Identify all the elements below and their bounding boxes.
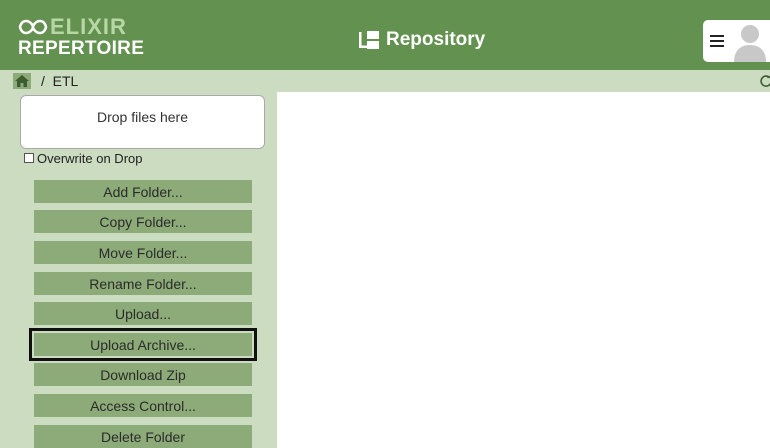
add-folder-button[interactable]: Add Folder... [34, 180, 252, 203]
copy-folder-button[interactable]: Copy Folder... [34, 210, 252, 233]
overwrite-label: Overwrite on Drop [37, 150, 143, 166]
breadcrumb-path: / ETL [41, 73, 78, 89]
refresh-icon[interactable] [760, 74, 770, 88]
overwrite-checkbox[interactable] [24, 153, 34, 163]
sidebar: Drop files here Overwrite on Drop Add Fo… [0, 92, 277, 448]
page-title: Repository [386, 29, 486, 50]
breadcrumb-current[interactable]: ETL [53, 73, 79, 89]
app-header: ELIXIR REPERTOIRE Repository [0, 0, 770, 70]
download-zip-button[interactable]: Download Zip [34, 363, 252, 386]
delete-folder-button[interactable]: Delete Folder [34, 425, 252, 448]
menu-button[interactable] [703, 20, 731, 62]
user-avatar-icon [731, 20, 770, 62]
elixir-repertoire-logo[interactable]: ELIXIR REPERTOIRE [18, 16, 158, 60]
file-drop-zone[interactable]: Drop files here [20, 95, 265, 149]
move-folder-button[interactable]: Move Folder... [34, 241, 252, 264]
repository-icon [359, 31, 379, 49]
overwrite-on-drop[interactable]: Overwrite on Drop [24, 150, 142, 166]
breadcrumb: / ETL [0, 70, 770, 92]
rename-folder-button[interactable]: Rename Folder... [34, 272, 252, 295]
logo-elixir-text: ELIXIR [50, 14, 127, 39]
logo-repertoire-text: REPERTOIRE [18, 38, 145, 59]
breadcrumb-separator: / [41, 73, 45, 89]
home-button[interactable] [13, 73, 31, 89]
main-content [277, 92, 770, 448]
app-title: Repository [358, 28, 485, 52]
upload-archive-button[interactable]: Upload Archive... [29, 328, 257, 361]
access-control-button[interactable]: Access Control... [34, 394, 252, 417]
home-icon [15, 75, 29, 87]
dropzone-label: Drop files here [96, 109, 189, 125]
infinity-logo-icon [18, 19, 48, 35]
user-avatar[interactable] [731, 20, 770, 62]
upload-button[interactable]: Upload... [34, 302, 252, 325]
hamburger-icon [710, 35, 724, 47]
